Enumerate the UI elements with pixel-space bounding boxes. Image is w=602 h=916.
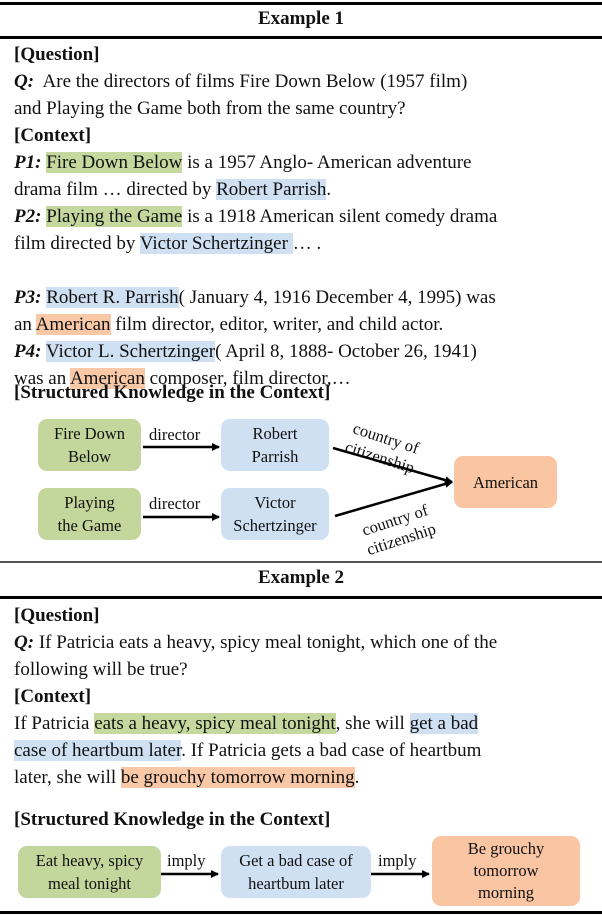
node-text: heartbum later — [248, 874, 344, 893]
node-text: meal tonight — [48, 874, 131, 893]
node-text: Get a bad case of — [239, 851, 353, 870]
highlight-event: be grouchy tomorrow morning — [120, 767, 355, 788]
node-text: Be grouchy — [467, 839, 545, 858]
text: later, she will — [14, 767, 121, 788]
highlight-event: eats a heavy, spicy meal tonight — [94, 713, 336, 734]
node-text: morning — [478, 883, 534, 902]
example-divider — [0, 561, 602, 563]
example2-context-heading: [Context] — [14, 686, 92, 707]
text: . If Patricia gets a bad case of heartbu… — [181, 740, 482, 761]
example2-question-line1: Q: If Patricia eats a heavy, spicy meal … — [14, 631, 497, 655]
node-text: tomorrow — [473, 861, 539, 880]
highlight-event: case of heartbum later — [14, 740, 182, 761]
text: , she will — [335, 713, 410, 734]
q-label: Q: — [14, 632, 35, 653]
example2-title-rule — [0, 596, 602, 599]
example2-question-line2: following will be true? — [14, 659, 188, 680]
text: If Patricia — [14, 713, 95, 734]
example2-title: Example 2 — [257, 567, 345, 588]
context-line3: later, she will be grouchy tomorrow morn… — [14, 766, 359, 790]
node-text: Eat heavy, spicy — [35, 851, 144, 870]
arrow-citizenship-1 — [332, 446, 453, 484]
node-grouchy: Be grouchy tomorrow morning — [432, 836, 580, 906]
question-text: If Patricia eats a heavy, spicy meal ton… — [34, 632, 498, 653]
edge-label-imply-1: imply — [167, 851, 206, 870]
arrow-citizenship-2 — [334, 480, 453, 518]
example2-sk-heading: [Structured Knowledge in the Context] — [14, 809, 331, 830]
bottom-rule — [0, 911, 602, 914]
node-eat-heavy-meal: Eat heavy, spicy meal tonight — [18, 846, 161, 898]
highlight-event: get a bad — [409, 713, 479, 734]
context-line2: case of heartbum later. If Patricia gets… — [14, 739, 481, 763]
context-line1: If Patricia eats a heavy, spicy meal ton… — [14, 712, 479, 736]
example2-question-heading: [Question] — [14, 605, 100, 626]
node-heartburn: Get a bad case of heartbum later — [221, 846, 371, 898]
edge-label-imply-2: imply — [378, 851, 417, 870]
text: . — [354, 767, 360, 788]
